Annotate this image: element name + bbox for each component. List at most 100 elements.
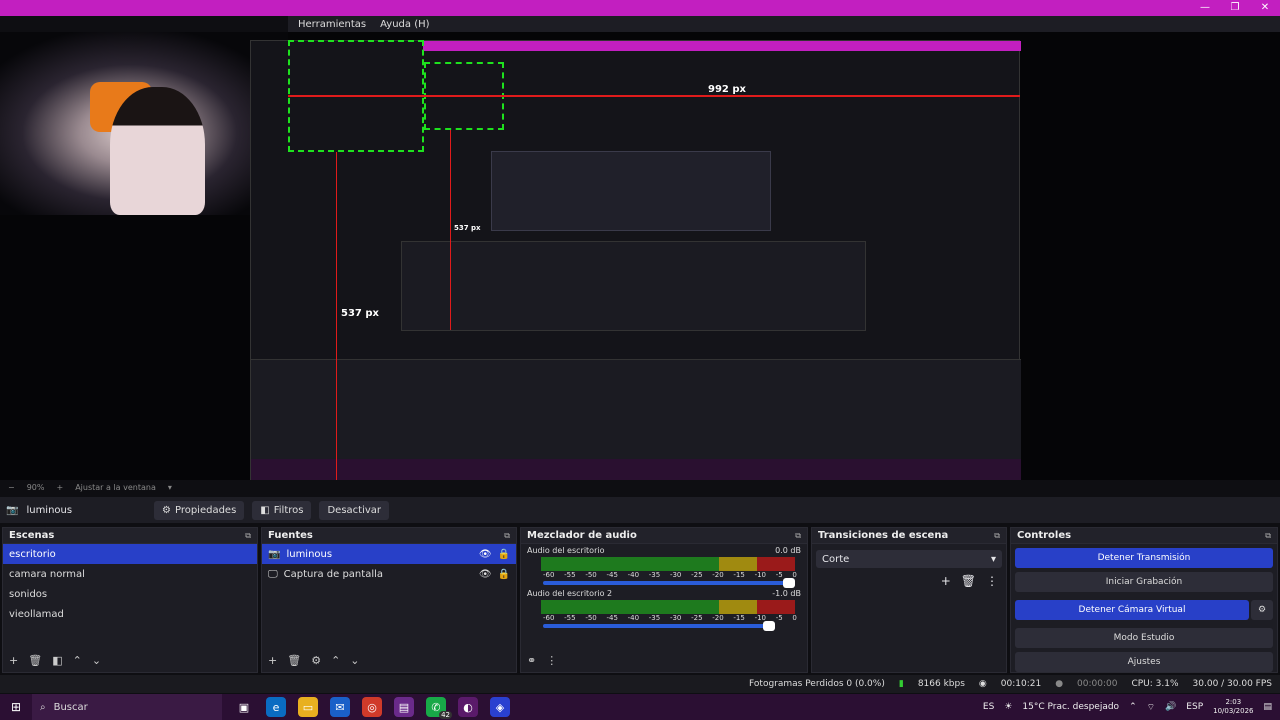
source-item[interactable]: 📷 luminous 👁 🔒 [262, 544, 516, 564]
popout-icon[interactable]: ⧉ [795, 531, 801, 541]
mail-icon[interactable]: ✉ [330, 697, 350, 717]
add-icon[interactable]: + [268, 654, 277, 667]
whatsapp-icon[interactable]: ✆ 42 [426, 697, 452, 719]
clock-time: 2:03 [1225, 698, 1242, 706]
zoom-in-icon[interactable]: + [56, 483, 63, 492]
lock-icon[interactable]: 🔒 [498, 549, 510, 560]
meter-tick-label: -45 [606, 614, 618, 622]
volume-icon[interactable]: 🔊 [1165, 702, 1176, 712]
filters-button[interactable]: ◧ Filtros [252, 500, 312, 520]
level-meter [541, 557, 795, 571]
maximize-button[interactable]: ❐ [1220, 0, 1250, 16]
meter-tick-label: -35 [648, 571, 661, 579]
minimize-button[interactable]: — [1190, 0, 1220, 16]
volume-slider[interactable] [543, 621, 775, 631]
meter-ticks: -60 -55 -50 -45 -40 -35 -30 -25 -20 -15 -10 -5 0 [543, 571, 797, 579]
gear-icon[interactable]: ⚙ [1251, 600, 1273, 620]
trash-icon[interactable]: 🗑 [28, 654, 42, 667]
chrome-icon[interactable]: ◎ [362, 697, 382, 717]
stop-streaming-button[interactable]: Detener Transmisión [1015, 548, 1273, 568]
move-down-icon[interactable]: ⌄ [92, 654, 101, 667]
dropped-frames: Fotogramas Perdidos 0 (0.0%) [749, 679, 885, 689]
scene-item[interactable]: camara normal [3, 564, 257, 584]
trash-icon[interactable]: 🗑 [961, 574, 976, 588]
settings-button[interactable]: Ajustes [1015, 652, 1273, 672]
wifi-icon[interactable]: ⌔ [1147, 702, 1155, 713]
notification-badge: 42 [439, 711, 452, 719]
more-icon[interactable]: ⋮ [986, 574, 998, 588]
volume-knob[interactable] [763, 621, 775, 631]
sources-dock: Fuentes ⧉ 📷 luminous 👁 🔒 🖵 Captura de pan… [261, 527, 517, 673]
windows-start-icon[interactable]: ⊞ [0, 700, 32, 714]
popout-icon[interactable]: ⧉ [245, 531, 251, 541]
current-source: 📷 luminous [6, 505, 146, 516]
transition-actions: + 🗑 ⋮ [812, 574, 1006, 588]
task-view-icon[interactable]: ▣ [234, 697, 254, 717]
taskbar-search[interactable]: ⌕ Buscar [32, 694, 222, 720]
notifications-icon[interactable]: ▤ [1263, 702, 1272, 712]
start-recording-button[interactable]: Iniciar Grabación [1015, 572, 1273, 592]
filter-icon[interactable]: ◧ [52, 654, 62, 667]
scenes-dock: Escenas ⧉ escritorio camara normal sonido… [2, 527, 258, 673]
fit-window-label[interactable]: Ajustar a la ventana [75, 483, 156, 492]
eye-icon[interactable]: 👁 [479, 549, 492, 560]
source-toolbar: 📷 luminous ⚙ Propiedades ◧ Filtros Desacti… [0, 497, 1280, 523]
transitions-dock: Transiciones de escena ⧉ Corte ▾ + 🗑 ⋮ [811, 527, 1007, 673]
source-item[interactable]: 🖵 Captura de pantalla 👁 🔒 [262, 564, 516, 584]
chevron-down-icon[interactable]: ▾ [168, 483, 172, 492]
chevron-down-icon: ▾ [990, 553, 996, 565]
controls-title: Controles [1017, 530, 1072, 541]
more-icon[interactable]: ⋮ [546, 654, 557, 667]
tray-chevron-icon[interactable]: ⌃ [1129, 702, 1137, 712]
guide-line-vertical-nested [450, 130, 451, 330]
scene-item[interactable]: vieollamad [3, 604, 257, 624]
input-language[interactable]: ESP [1186, 702, 1203, 712]
deactivate-button[interactable]: Desactivar [319, 500, 390, 520]
add-icon[interactable]: + [941, 574, 951, 588]
popout-icon[interactable]: ⧉ [504, 531, 510, 541]
stop-virtual-camera-button[interactable]: Detener Cámara Virtual [1015, 600, 1249, 620]
popout-icon[interactable]: ⧉ [1265, 531, 1271, 541]
meter-tick-label: -40 [627, 571, 640, 579]
popout-icon[interactable]: ⧉ [994, 531, 1000, 541]
weather-text[interactable]: 15°C Prac. despejado [1022, 702, 1119, 712]
properties-button[interactable]: ⚙ Propiedades [154, 500, 245, 520]
lock-icon[interactable]: 🔒 [498, 569, 510, 580]
meter-tick-label: -45 [606, 571, 618, 579]
taskbar-search-label: Buscar [53, 701, 88, 713]
studio-mode-button[interactable]: Modo Estudio [1015, 628, 1273, 648]
zoom-level: 90% [26, 482, 45, 492]
menu-help[interactable]: Ayuda (H) [380, 19, 429, 30]
clock[interactable]: 2:03 10/03/2026 [1213, 698, 1253, 716]
meter-tick-label: -20 [712, 614, 724, 622]
close-button[interactable]: ✕ [1250, 0, 1280, 16]
obs-icon[interactable]: ◐ [458, 697, 478, 717]
scene-item[interactable]: escritorio [3, 544, 257, 564]
preview-canvas[interactable]: 992 px 537 px 537 px [0, 32, 1280, 480]
volume-knob[interactable] [783, 578, 795, 588]
meter-tick-label: -30 [669, 571, 682, 579]
meter-tick-label: -30 [669, 614, 682, 622]
audio-mixer-dock: Mezclador de audio ⧉ Audio del escritorio… [520, 527, 808, 673]
nested-titlebar [423, 41, 1021, 51]
menu-bar: Herramientas Ayuda (H) [288, 16, 1280, 32]
volume-slider[interactable] [543, 578, 795, 588]
link-icon[interactable]: ⚭ [527, 654, 536, 667]
eye-icon[interactable]: 👁 [479, 569, 492, 580]
trash-icon[interactable]: 🗑 [287, 654, 301, 667]
move-up-icon[interactable]: ⌃ [331, 654, 340, 667]
language-indicator[interactable]: ES [983, 702, 994, 712]
discord-icon[interactable]: ◈ [490, 697, 510, 717]
scene-item[interactable]: sonidos [3, 584, 257, 604]
mixer-channel: Audio del escritorio 0.0 dB -60 -55 -50 -45 -… [521, 544, 807, 588]
add-icon[interactable]: + [9, 654, 18, 667]
transition-select[interactable]: Corte ▾ [816, 550, 1002, 568]
zoom-out-icon[interactable]: − [8, 483, 15, 492]
gear-icon[interactable]: ⚙ [311, 654, 321, 667]
edge-icon[interactable]: e [266, 697, 286, 717]
store-icon[interactable]: ▤ [394, 697, 414, 717]
move-down-icon[interactable]: ⌄ [350, 654, 359, 667]
menu-tools[interactable]: Herramientas [298, 19, 366, 30]
file-explorer-icon[interactable]: ▭ [298, 697, 318, 717]
move-up-icon[interactable]: ⌃ [73, 654, 82, 667]
